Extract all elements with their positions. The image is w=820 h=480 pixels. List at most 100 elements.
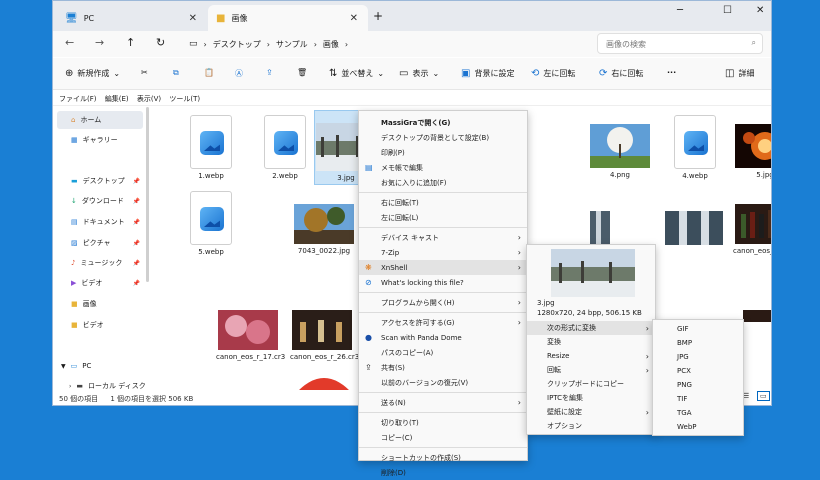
menu-item-format-jpg[interactable]: JPG xyxy=(653,350,743,364)
menu-item-format-bmp[interactable]: BMP xyxy=(653,336,743,350)
menu-item-edit-notepad[interactable]: ▤ メモ帳で編集 xyxy=(359,160,527,175)
menu-item-cast-to-device[interactable]: デバイス キャスト › xyxy=(359,230,527,245)
menu-file[interactable]: ファイル(F) xyxy=(59,95,97,103)
menu-item-resize[interactable]: Resize › xyxy=(527,349,655,363)
chevron-right-icon: › xyxy=(645,323,649,333)
file-item[interactable]: 5.jpg xyxy=(733,110,771,185)
menu-item-options[interactable]: オプション xyxy=(527,419,655,433)
rotate-right-button[interactable]: ⟳ 右に回転 xyxy=(599,68,643,79)
menu-item-share[interactable]: ⇪ 共有(S) xyxy=(359,360,527,375)
menu-item-format-pcx[interactable]: PCX xyxy=(653,364,743,378)
menu-item-format-tif[interactable]: TIF xyxy=(653,392,743,406)
menu-item-give-access[interactable]: アクセスを許可する(G) › xyxy=(359,315,527,330)
menu-item-restore-previous[interactable]: 以前のバージョンの復元(V) xyxy=(359,375,527,390)
refresh-button[interactable]: ↻ xyxy=(156,36,165,49)
delete-icon[interactable]: 🗑 xyxy=(297,68,307,77)
menu-item-xnshell[interactable]: ❋ XnShell › xyxy=(359,260,527,275)
sidebar-item-pictures[interactable]: ▨ ピクチャ 📌 xyxy=(57,234,143,252)
menu-item-format-png[interactable]: PNG xyxy=(653,378,743,392)
rotate-left-button[interactable]: ⟲ 左に回転 xyxy=(531,68,575,79)
menu-item-print[interactable]: 印刷(P) xyxy=(359,145,527,160)
photo-thumbnail-partial xyxy=(743,310,771,322)
sidebar-item-pc[interactable]: ▼ ▭ PC xyxy=(57,357,143,375)
menu-item-copy-path[interactable]: パスのコピー(A) xyxy=(359,345,527,360)
sidebar-item-home[interactable]: ⌂ ホーム xyxy=(57,111,143,129)
up-button[interactable]: ↑ xyxy=(126,36,135,49)
menu-item-send-to[interactable]: 送る(N) › xyxy=(359,395,527,410)
menu-tools[interactable]: ツール(T) xyxy=(169,95,200,103)
breadcrumb-desktop[interactable]: デスクトップ xyxy=(213,39,261,50)
new-button[interactable]: ⊕ 新規作成 ⌄ xyxy=(65,68,120,79)
sidebar-item-images-folder[interactable]: ■ 画像 xyxy=(57,295,143,313)
menu-item-whats-locking[interactable]: ⊘ What's locking this file? xyxy=(359,275,527,290)
sidebar-item-music[interactable]: ♪ ミュージック 📌 xyxy=(57,254,143,272)
menu-item-open-massigra[interactable]: MassiGraで開く(G) xyxy=(359,115,527,130)
file-item[interactable]: 4.webp xyxy=(663,110,727,185)
search-input[interactable]: 画像の検索 ⌕ xyxy=(597,33,763,54)
menu-item-open-with[interactable]: プログラムから開く(H) › xyxy=(359,295,527,310)
menu-item-convert[interactable]: 変換 xyxy=(527,335,655,349)
menu-item-cut[interactable]: 切り取り(T) xyxy=(359,415,527,430)
breadcrumb-images[interactable]: 画像 xyxy=(323,39,339,50)
close-tab-icon[interactable]: ✕ xyxy=(189,13,197,24)
menu-item-format-webp[interactable]: WebP xyxy=(653,420,743,434)
tab-images[interactable]: ■ 画像 ✕ xyxy=(208,5,368,31)
sidebar-item-gallery[interactable]: ▦ ギャラリー xyxy=(57,131,143,149)
sidebar-item-downloads[interactable]: ↓ ダウンロード 📌 xyxy=(57,192,143,210)
address-bar[interactable]: ▭ › デスクトップ › サンプル › 画像 › xyxy=(181,34,581,54)
sort-button[interactable]: ⇅ 並べ替え ⌄ xyxy=(329,68,384,79)
menu-item-rotate-left[interactable]: 左に回転(L) xyxy=(359,210,527,225)
menu-item-convert-to[interactable]: 次の形式に変換 › xyxy=(527,321,655,335)
sidebar-item-videos[interactable]: ▶ ビデオ 📌 xyxy=(57,274,143,292)
thumbnail-view-icon[interactable]: ▭ xyxy=(757,391,770,401)
menu-item-label: IPTCを編集 xyxy=(547,394,584,402)
sidebar-item-documents[interactable]: ▤ ドキュメント 📌 xyxy=(57,213,143,231)
file-item[interactable]: 2.webp xyxy=(253,110,317,185)
menu-item-set-wallpaper[interactable]: 壁紙に設定 › xyxy=(527,405,655,419)
file-item[interactable]: 4.png xyxy=(588,110,652,185)
menu-item-delete[interactable]: 削除(D) xyxy=(359,465,527,480)
set-background-button[interactable]: ▣ 背景に設定 xyxy=(461,68,514,79)
sidebar-item-desktop[interactable]: ▬ デスクトップ 📌 xyxy=(57,172,143,190)
view-button[interactable]: ▭ 表示 ⌄ xyxy=(399,68,439,79)
file-item[interactable]: 7043_0022.jpg xyxy=(292,186,356,261)
back-button[interactable]: ← xyxy=(65,36,74,49)
menu-item-copy-clipboard[interactable]: クリップボードにコピー xyxy=(527,377,655,391)
maximize-button[interactable]: ☐ xyxy=(723,5,732,16)
menu-item-rotate[interactable]: 回転 › xyxy=(527,363,655,377)
sidebar-scrollbar[interactable] xyxy=(146,107,149,282)
close-window-button[interactable]: ✕ xyxy=(756,5,764,16)
menu-edit[interactable]: 編集(E) xyxy=(105,95,129,103)
cut-icon[interactable]: ✂ xyxy=(141,68,148,77)
sidebar-item-videos-folder[interactable]: ■ ビデオ xyxy=(57,316,143,334)
breadcrumb-sample[interactable]: サンプル xyxy=(276,39,308,50)
tab-pc[interactable]: 🖥 PC ✕ xyxy=(57,5,207,31)
minimize-button[interactable]: ─ xyxy=(677,5,683,16)
copy-icon[interactable]: ⧉ xyxy=(173,68,179,78)
paste-icon[interactable]: 📋 xyxy=(204,68,214,77)
rename-icon[interactable]: Ⓐ xyxy=(235,68,243,79)
file-item[interactable]: canon_eos_r_26.cr3 xyxy=(290,306,359,386)
file-item[interactable]: 1.webp xyxy=(179,110,243,185)
close-tab-icon[interactable]: ✕ xyxy=(350,13,358,24)
menu-item-set-desktop-background[interactable]: デスクトップの背景として設定(B) xyxy=(359,130,527,145)
menu-item-format-tga[interactable]: TGA xyxy=(653,406,743,420)
file-item[interactable]: canon_eos_r_01.cr3 xyxy=(733,186,771,261)
details-button[interactable]: ◫ 詳細 xyxy=(725,68,754,79)
menu-item-scan-panda[interactable]: ● Scan with Panda Dome xyxy=(359,330,527,345)
share-icon[interactable]: ⇪ xyxy=(266,68,273,77)
menu-view[interactable]: 表示(V) xyxy=(137,95,161,103)
menu-item-add-favorites[interactable]: お気に入りに追加(F) xyxy=(359,175,527,190)
more-button[interactable]: ··· xyxy=(667,68,676,77)
file-item[interactable]: 5.webp xyxy=(179,186,243,261)
menu-item-create-shortcut[interactable]: ショートカットの作成(S) xyxy=(359,450,527,465)
menu-item-edit-iptc[interactable]: IPTCを編集 xyxy=(527,391,655,405)
menu-item-label: PNG xyxy=(677,381,692,389)
menu-item-7zip[interactable]: 7-Zip › xyxy=(359,245,527,260)
menu-item-rotate-right[interactable]: 右に回転(T) xyxy=(359,195,527,210)
menu-item-copy[interactable]: コピー(C) xyxy=(359,430,527,445)
file-item[interactable]: canon_eos_r_17.cr3 xyxy=(216,306,285,386)
menu-item-format-gif[interactable]: GIF xyxy=(653,322,743,336)
forward-button[interactable]: → xyxy=(95,36,104,49)
new-tab-button[interactable]: + xyxy=(373,9,383,23)
